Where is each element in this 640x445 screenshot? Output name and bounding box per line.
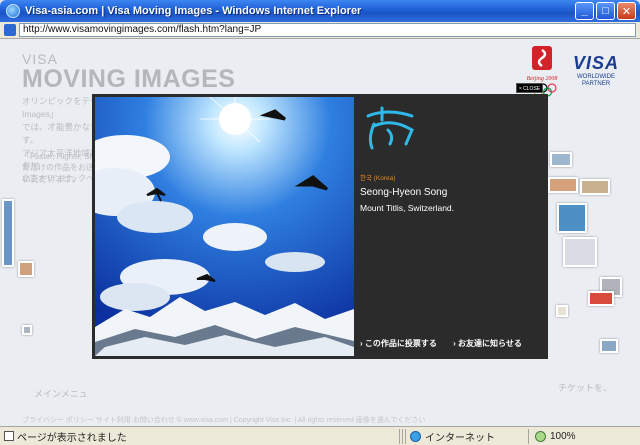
- window-title: Visa-asia.com | Visa Moving Images - Win…: [25, 5, 362, 17]
- photo-lightbox: 한국 (Korea) Seong-Hyeon Song Mount Titlis…: [92, 94, 548, 359]
- gallery-thumbnail[interactable]: [550, 152, 572, 167]
- gallery-thumbnail[interactable]: [563, 237, 597, 267]
- gallery-thumbnail[interactable]: [588, 291, 614, 306]
- close-window-button[interactable]: ✕: [617, 2, 636, 20]
- maximize-button[interactable]: □: [596, 2, 615, 20]
- scrollbar[interactable]: [636, 39, 640, 426]
- zone-label: インターネット: [425, 432, 495, 444]
- gallery-thumbnail[interactable]: [557, 203, 587, 233]
- featured-photo: [95, 97, 354, 356]
- calligraphy-icon: [366, 106, 414, 150]
- address-bar: http://www.visamovingimages.com/flash.ht…: [0, 22, 640, 39]
- minimize-button[interactable]: _: [575, 2, 594, 20]
- gallery-thumbnail[interactable]: [548, 177, 578, 193]
- gallery-thumbnail[interactable]: [18, 261, 34, 277]
- main-menu-link[interactable]: メインメニュ: [34, 387, 88, 400]
- intro2-line: 北京オリンピックへ: [22, 174, 94, 183]
- visa-partner-logo: VISA WORLDWIDE PARTNER: [566, 53, 626, 88]
- zoom-level: 100%: [550, 430, 576, 442]
- vote-link[interactable]: › この作品に投票する: [360, 339, 437, 348]
- page-status-icon: [4, 431, 14, 441]
- beijing-label: Beijing 2008: [527, 76, 558, 82]
- share-link[interactable]: › お友達に知らせる: [453, 339, 522, 348]
- status-bar: ページが表示されました インターネット 100%: [0, 426, 640, 445]
- lightbox-actions: › この作品に投票する › お友達に知らせる: [360, 338, 536, 349]
- photo-location: Mount Titlis, Switzerland.: [360, 203, 455, 213]
- security-zone[interactable]: インターネット: [406, 429, 526, 444]
- gallery-thumbnail[interactable]: [556, 305, 568, 317]
- gallery-thumbnail[interactable]: [600, 339, 618, 353]
- page-icon: [4, 24, 16, 36]
- gallery-thumbnail[interactable]: [22, 325, 32, 335]
- brand-title: MOVING IMAGES: [22, 65, 236, 93]
- globe-icon: [410, 430, 421, 442]
- mountain-photo-image: [95, 97, 354, 356]
- ticket-link[interactable]: チケットを、: [558, 381, 612, 394]
- status-divider: [399, 428, 400, 444]
- photo-info: 한국 (Korea) Seong-Hyeon Song Mount Titlis…: [360, 102, 540, 213]
- zoom-icon: [535, 430, 546, 442]
- window-title-bar[interactable]: Visa-asia.com | Visa Moving Images - Win…: [0, 0, 640, 22]
- visa-word: VISA: [572, 53, 619, 73]
- photographer-name: Seong-Hyeon Song: [360, 187, 448, 198]
- footer-links[interactable]: プライバシー ポリシー サイト利用 お問い合わせ © www.visa.com …: [22, 415, 425, 425]
- intro-text-2: 「Faster, Higher, Str ただけの作品をお送り 北京オリンピック…: [22, 151, 102, 184]
- lightbox-close-button[interactable]: × CLOSE: [516, 83, 543, 93]
- gallery-thumbnail[interactable]: [2, 199, 14, 267]
- gallery-thumbnail[interactable]: [580, 179, 610, 195]
- intro2-line: ただけの作品をお送り: [22, 163, 102, 172]
- ie-app-icon: [6, 4, 20, 18]
- intro2-line: 「Faster, Higher, Str: [22, 152, 95, 161]
- zoom-control[interactable]: 100%: [529, 430, 576, 442]
- status-text: ページが表示されました: [17, 432, 127, 444]
- visa-sub: WORLDWIDE: [577, 74, 615, 80]
- visa-sub: PARTNER: [581, 81, 611, 87]
- status-divider: [402, 428, 403, 444]
- url-field[interactable]: http://www.visamovingimages.com/flash.ht…: [19, 23, 636, 37]
- photographer-country: 한국 (Korea): [360, 175, 396, 182]
